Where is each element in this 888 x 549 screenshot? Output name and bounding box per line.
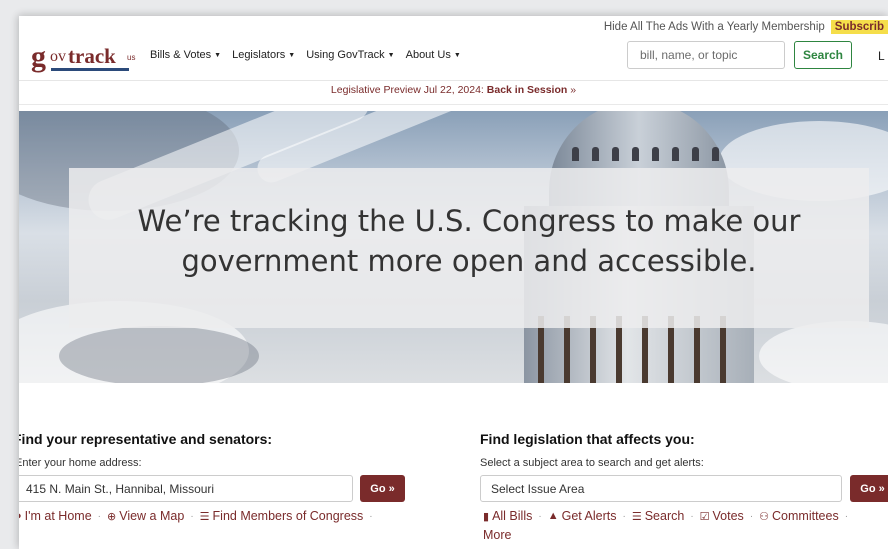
view-a-map-link[interactable]: ⊕ View a Map <box>107 509 184 523</box>
separator: · <box>190 510 194 522</box>
back-in-session-link[interactable]: Back in Session <box>487 84 568 96</box>
check-square-icon: ☑ <box>699 510 710 523</box>
votes-link[interactable]: ☑ Votes <box>700 509 744 523</box>
find-leg-subtitle: Select a subject area to search and get … <box>480 457 704 469</box>
find-leg-links: ▮ All Bills · ▲ Get Alerts · ☰ Search · ☑ Vo… <box>483 509 854 523</box>
nav-menu: Bills & Votes ▼ Legislators ▼ Using GovT… <box>150 49 461 61</box>
nav-label: About Us <box>405 49 451 61</box>
link-label: Find Members of Congress <box>212 509 364 523</box>
search-button[interactable]: Search <box>794 41 852 69</box>
address-input[interactable] <box>19 475 353 502</box>
legislative-preview-banner: Legislative Preview Jul 22, 2024: Back i… <box>19 84 888 96</box>
hero-headline-line-2: government more open and accessible. <box>181 244 757 278</box>
nav-label: Legislators <box>232 49 286 61</box>
separator: · <box>749 510 754 522</box>
users-icon: ⚇ <box>759 510 770 523</box>
logo-underline <box>51 68 129 71</box>
dome-window <box>652 147 659 161</box>
dome-window <box>592 147 599 161</box>
hero-section: We’re tracking the U.S. Congress to make… <box>19 111 888 383</box>
link-label: Search <box>644 509 685 523</box>
nav-label: Using GovTrack <box>306 49 385 61</box>
separator: · <box>97 510 101 522</box>
link-label: All Bills <box>492 509 533 523</box>
dome-window <box>692 147 699 161</box>
preview-divider <box>19 104 888 105</box>
link-label: I'm at Home <box>24 509 92 523</box>
separator: · <box>690 510 694 522</box>
dome-window <box>712 147 719 161</box>
list-icon: ☰ <box>199 510 210 523</box>
nav-divider <box>19 80 888 81</box>
nav-using-govtrack[interactable]: Using GovTrack ▼ <box>306 49 394 61</box>
get-alerts-link[interactable]: ▲ Get Alerts <box>548 509 617 523</box>
preview-prefix: Legislative Preview Jul 22, 2024: <box>330 84 487 96</box>
logo-ov: ov <box>50 48 66 65</box>
hero-cloud <box>59 326 259 383</box>
issue-area-select-value: Select Issue Area <box>491 481 585 496</box>
find-rep-title: Find your representative and senators: <box>19 431 273 447</box>
dome-window <box>672 147 679 161</box>
separator: · <box>538 510 542 522</box>
search-input[interactable] <box>627 41 785 69</box>
caret-down-icon: ▼ <box>288 51 296 59</box>
logo-us: us <box>127 53 136 62</box>
hero-text-panel: We’re tracking the U.S. Congress to make… <box>69 168 869 328</box>
promo-bar: Hide All The Ads With a Yearly Membershi… <box>604 16 888 38</box>
hero-headline-line-1: We’re tracking the U.S. Congress to make… <box>137 204 801 238</box>
find-rep-subtitle: Enter your home address: <box>19 457 142 469</box>
hide-ads-text: Hide All The Ads With a Yearly Membershi… <box>603 21 825 33</box>
dome-window <box>612 147 619 161</box>
link-label: Votes <box>712 509 744 523</box>
dome-window <box>632 147 639 161</box>
nav-about-us[interactable]: About Us ▼ <box>406 49 461 61</box>
caret-down-icon: ▼ <box>453 51 461 59</box>
browser-page: Hide All The Ads With a Yearly Membershi… <box>19 16 888 549</box>
hero-cloud <box>759 321 888 383</box>
separator: · <box>369 510 373 522</box>
separator: · <box>622 510 626 522</box>
nav-legislators[interactable]: Legislators ▼ <box>232 49 295 61</box>
more-link[interactable]: More <box>483 528 511 542</box>
list-icon: ☰ <box>631 510 642 523</box>
find-members-link[interactable]: ☰ Find Members of Congress <box>200 509 364 523</box>
bell-icon: ▲ <box>547 510 559 522</box>
link-label: Get Alerts <box>561 509 617 523</box>
caret-down-icon: ▼ <box>387 51 395 59</box>
find-rep-links: ●I'm at Home · ⊕View a Map · ☰Find Membe… <box>19 509 379 523</box>
nav-label: Bills & Votes <box>150 49 212 61</box>
logo-g: g <box>31 40 46 73</box>
login-link[interactable]: L <box>878 49 885 63</box>
hero-headline: We’re tracking the U.S. Congress to make… <box>69 201 869 281</box>
find-leg-go-button[interactable]: Go » <box>850 475 888 502</box>
preview-suffix: » <box>567 84 577 96</box>
search-link[interactable]: ☰ Search <box>632 509 684 523</box>
more-link-row: More <box>483 528 511 542</box>
file-icon: ▮ <box>483 510 490 523</box>
separator: · <box>844 510 849 522</box>
globe-icon: ⊕ <box>107 510 117 523</box>
map-marker-icon: ● <box>19 510 22 522</box>
subscribe-button[interactable]: Subscrib <box>830 20 888 34</box>
im-at-home-link[interactable]: ●I'm at Home <box>19 509 92 523</box>
issue-area-select[interactable]: Select Issue Area <box>480 475 842 502</box>
find-leg-title: Find legislation that affects you: <box>480 431 695 447</box>
caret-down-icon: ▼ <box>214 51 222 59</box>
govtrack-logo[interactable]: g ov track us <box>31 40 136 74</box>
find-rep-go-button[interactable]: Go » <box>360 475 405 502</box>
committees-link[interactable]: ⚇ Committees <box>759 509 839 523</box>
nav-bills-votes[interactable]: Bills & Votes ▼ <box>150 49 221 61</box>
main-navbar: g ov track us Bills & Votes ▼ Legislator… <box>19 38 888 80</box>
link-label: Committees <box>772 509 839 523</box>
logo-track: track <box>68 44 116 68</box>
dome-window <box>572 147 579 161</box>
all-bills-link[interactable]: ▮ All Bills <box>483 509 532 523</box>
link-label: View a Map <box>119 509 185 523</box>
